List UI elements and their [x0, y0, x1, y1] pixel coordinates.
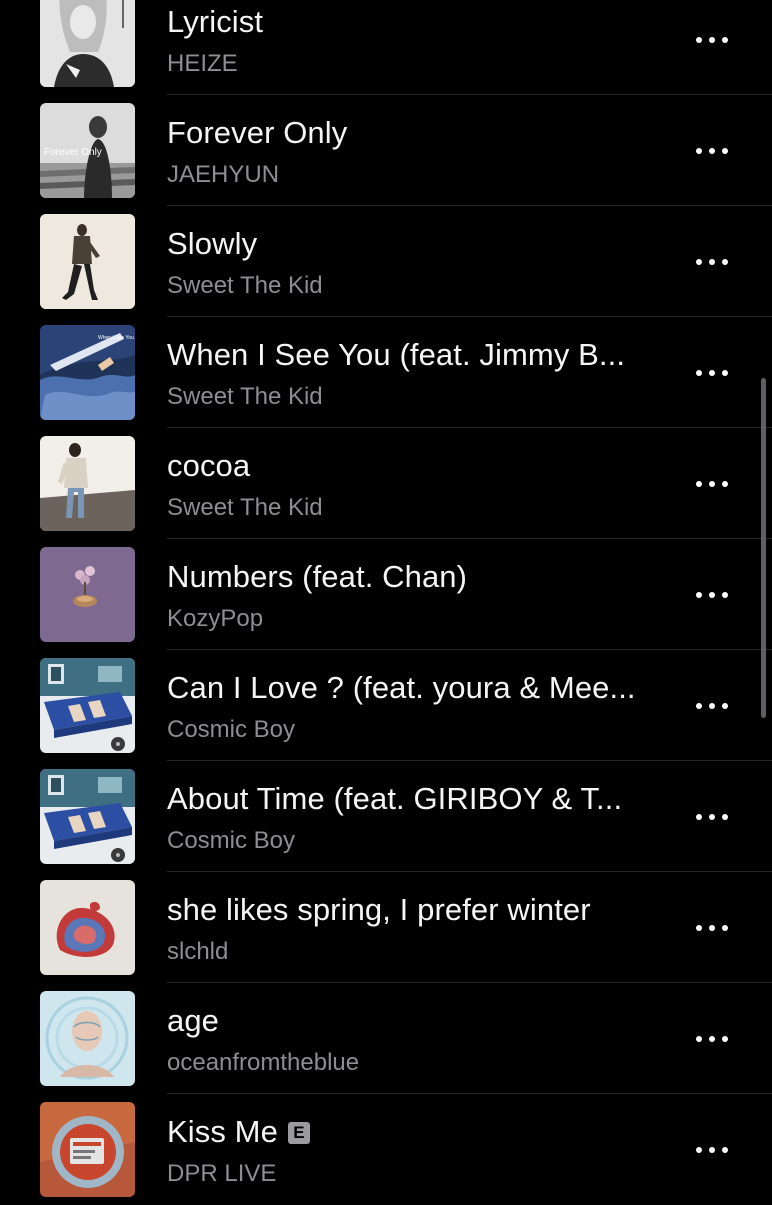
more-dot-icon: [696, 592, 702, 598]
song-row[interactable]: Kiss Me E DPR LIVE: [0, 1094, 772, 1205]
album-art: When I See You: [40, 325, 135, 420]
more-dot-icon: [722, 592, 728, 598]
album-art: [40, 1102, 135, 1197]
album-art: [40, 0, 135, 87]
song-row[interactable]: cocoa Sweet The Kid: [0, 428, 772, 539]
song-title: Can I Love ? (feat. youra & Mee...: [167, 670, 636, 705]
song-title: she likes spring, I prefer winter: [167, 892, 591, 927]
more-dot-icon: [709, 1036, 715, 1042]
song-artist: Sweet The Kid: [167, 383, 323, 410]
more-options-button[interactable]: [696, 26, 728, 54]
more-dot-icon: [709, 259, 715, 265]
song-row[interactable]: age oceanfromtheblue: [0, 983, 772, 1094]
song-row[interactable]: When I See You When I See You (feat. Jim…: [0, 317, 772, 428]
album-art: [40, 880, 135, 975]
more-dot-icon: [722, 370, 728, 376]
more-dot-icon: [696, 259, 702, 265]
more-dot-icon: [722, 259, 728, 265]
more-dot-icon: [722, 703, 728, 709]
more-options-button[interactable]: [696, 803, 728, 831]
more-dot-icon: [722, 925, 728, 931]
more-dot-icon: [709, 370, 715, 376]
song-title: When I See You (feat. Jimmy B...: [167, 337, 626, 372]
song-artist: Sweet The Kid: [167, 494, 323, 521]
song-row[interactable]: Forever Only Forever Only JAEHYUN: [0, 95, 772, 206]
song-row[interactable]: Lyricist HEIZE: [0, 0, 772, 95]
album-art: [40, 547, 135, 642]
song-title-text: Kiss Me: [167, 1114, 278, 1149]
more-options-button[interactable]: [696, 914, 728, 942]
song-title: Numbers (feat. Chan): [167, 559, 468, 594]
more-options-button[interactable]: [696, 470, 728, 498]
more-options-button[interactable]: [696, 1136, 728, 1164]
more-options-button[interactable]: [696, 692, 728, 720]
more-dot-icon: [709, 37, 715, 43]
more-options-button[interactable]: [696, 1025, 728, 1053]
song-artist: slchld: [167, 938, 229, 965]
more-dot-icon: [709, 1147, 715, 1153]
song-artist: Sweet The Kid: [167, 272, 323, 299]
song-artist: JAEHYUN: [167, 161, 280, 188]
song-title: About Time (feat. GIRIBOY & T...: [167, 781, 623, 816]
more-dot-icon: [696, 481, 702, 487]
song-title: Slowly: [167, 226, 258, 261]
song-artist: Cosmic Boy: [167, 827, 296, 854]
song-row[interactable]: Slowly Sweet The Kid: [0, 206, 772, 317]
more-dot-icon: [722, 1036, 728, 1042]
more-dot-icon: [696, 148, 702, 154]
more-dot-icon: [696, 814, 702, 820]
album-art: Forever Only: [40, 103, 135, 198]
album-art: [40, 991, 135, 1086]
song-title: cocoa: [167, 448, 251, 483]
song-title: age: [167, 1003, 220, 1038]
song-row[interactable]: Numbers (feat. Chan) KozyPop: [0, 539, 772, 650]
song-artist: Cosmic Boy: [167, 716, 296, 743]
more-dot-icon: [696, 37, 702, 43]
art-text: When I See You: [98, 335, 134, 341]
song-row[interactable]: About Time (feat. GIRIBOY & T... Cosmic …: [0, 761, 772, 872]
more-options-button[interactable]: [696, 137, 728, 165]
more-dot-icon: [696, 703, 702, 709]
more-dot-icon: [722, 814, 728, 820]
more-dot-icon: [709, 148, 715, 154]
more-dot-icon: [722, 148, 728, 154]
song-title: Forever Only: [167, 115, 348, 150]
album-art: [40, 436, 135, 531]
album-art: [40, 214, 135, 309]
album-art: [40, 658, 135, 753]
more-options-button[interactable]: [696, 581, 728, 609]
song-title: Lyricist: [167, 4, 264, 39]
more-dot-icon: [709, 703, 715, 709]
more-dot-icon: [722, 481, 728, 487]
more-dot-icon: [709, 592, 715, 598]
more-dot-icon: [722, 1147, 728, 1153]
more-options-button[interactable]: [696, 248, 728, 276]
more-dot-icon: [696, 1147, 702, 1153]
song-artist: KozyPop: [167, 605, 264, 632]
song-artist: oceanfromtheblue: [167, 1049, 360, 1076]
explicit-badge-icon: E: [287, 1122, 310, 1144]
more-options-button[interactable]: [696, 359, 728, 387]
song-artist: HEIZE: [167, 50, 238, 77]
song-artist: DPR LIVE: [167, 1160, 277, 1187]
song-row[interactable]: she likes spring, I prefer winter slchld: [0, 872, 772, 983]
more-dot-icon: [709, 925, 715, 931]
more-dot-icon: [722, 37, 728, 43]
scrollbar[interactable]: [761, 378, 766, 718]
more-dot-icon: [709, 481, 715, 487]
more-dot-icon: [709, 814, 715, 820]
song-row[interactable]: Can I Love ? (feat. youra & Mee... Cosmi…: [0, 650, 772, 761]
more-dot-icon: [696, 1036, 702, 1042]
song-title: Kiss Me E: [167, 1114, 310, 1150]
song-list: Lyricist HEIZE Forever Only Forever Only: [0, 0, 772, 1205]
art-text: Forever Only: [44, 147, 102, 158]
more-dot-icon: [696, 925, 702, 931]
album-art: [40, 769, 135, 864]
more-dot-icon: [696, 370, 702, 376]
